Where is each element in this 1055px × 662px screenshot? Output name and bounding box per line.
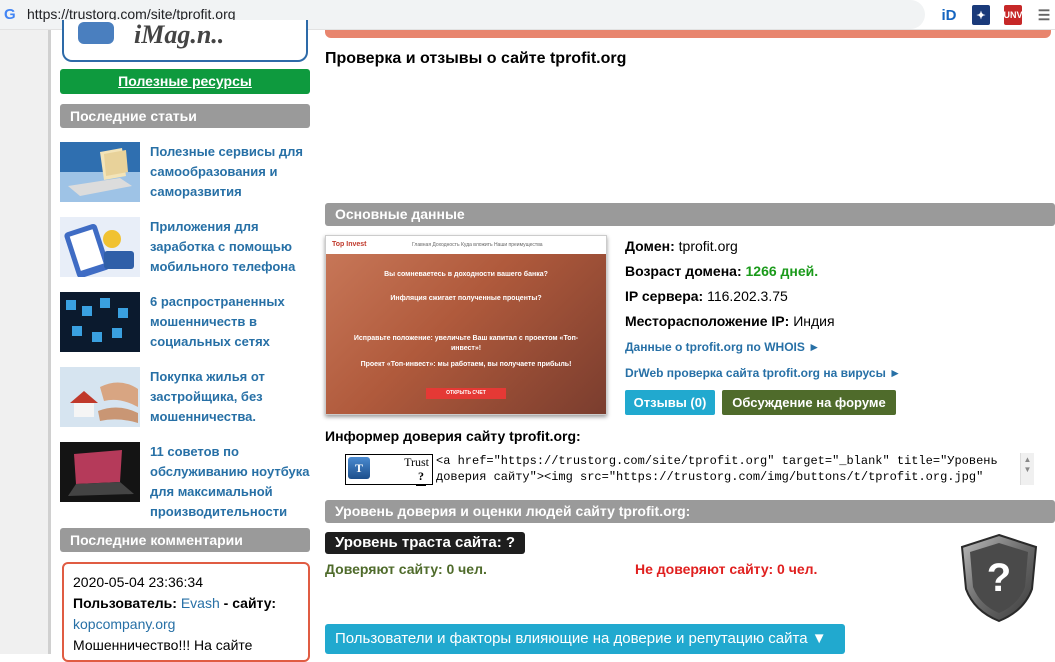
- screenshot-brand: Top Invest: [332, 241, 367, 248]
- menu-icon[interactable]: ☰: [1036, 5, 1052, 25]
- article-title[interactable]: Приложения для заработка с помощью мобил…: [150, 217, 310, 277]
- domain-label: Домен:: [625, 238, 675, 254]
- extension-id-icon[interactable]: iD: [940, 5, 958, 25]
- ip-row: IP сервера: 116.202.3.75: [625, 288, 788, 304]
- screenshot-line: Инфляция сжигает полученные проценты?: [390, 295, 542, 302]
- comment-text: Мошенничество!!! На сайте: [73, 637, 253, 653]
- informer-title: Информер доверия сайту tprofit.org:: [325, 428, 581, 444]
- article-title[interactable]: 11 советов по обслуживанию ноутбука для …: [150, 442, 310, 522]
- page-title: Проверка и отзывы о сайте tprofit.org: [325, 50, 627, 67]
- ip-label: IP сервера:: [625, 288, 704, 304]
- users-factors-button[interactable]: Пользователи и факторы влияющие на довер…: [325, 624, 845, 654]
- trust-badge-label: Trust: [404, 455, 429, 469]
- article-item[interactable]: 6 распространенных мошенничеств в социал…: [60, 292, 310, 354]
- domain-row: Домен: tprofit.org: [625, 238, 738, 254]
- screenshot-nav: Top Invest Главная Доходность Куда вложи…: [326, 236, 606, 254]
- screenshot-line: Вы сомневаетесь в доходности вашего банк…: [384, 271, 548, 278]
- age-label: Возраст домена:: [625, 263, 742, 279]
- screenshot-button: ОТКРЫТЬ СЧЕТ: [426, 388, 506, 399]
- top-banner-strip: [325, 30, 1051, 38]
- comment-site-label: - сайту:: [223, 595, 277, 611]
- logo-text: iMag.n..: [134, 20, 225, 49]
- comment-site-link[interactable]: kopcompany.org: [73, 614, 299, 635]
- trust-section-heading: Уровень доверия и оценки людей сайту tpr…: [325, 500, 1055, 523]
- question-shield-icon: ?: [960, 533, 1038, 623]
- trust-badge[interactable]: T Trust ?: [345, 454, 433, 486]
- recent-articles-heading: Последние статьи: [60, 104, 310, 128]
- informer-code-field[interactable]: [434, 453, 1034, 487]
- google-icon: G: [4, 6, 16, 23]
- svg-text:?: ?: [987, 556, 1011, 600]
- trust-yes-count: Доверяют сайту: 0 чел.: [325, 561, 487, 577]
- left-gutter: [0, 30, 48, 654]
- site-screenshot[interactable]: Top Invest Главная Доходность Куда вложи…: [325, 235, 607, 415]
- drweb-link[interactable]: DrWeb проверка сайта tprofit.org на виру…: [625, 366, 901, 380]
- screenshot-line: Исправьте положение: увеличьте Ваш капит…: [353, 335, 579, 352]
- recent-comments-heading: Последние комментарии: [60, 528, 310, 552]
- trust-level-badge: Уровень траста сайта: ?: [325, 532, 526, 554]
- logo-icon: [78, 22, 114, 44]
- house-hands-thumbnail[interactable]: [60, 367, 140, 427]
- forum-button[interactable]: Обсуждение на форуме: [722, 390, 896, 415]
- comment-user-link[interactable]: Evash: [181, 595, 220, 611]
- site-logo[interactable]: iMag.n..: [62, 20, 308, 62]
- article-title[interactable]: Покупка жилья от застройщика, без мошенн…: [150, 367, 310, 427]
- comment-user-line: Пользователь: Evash - сайту:: [73, 593, 299, 614]
- article-title[interactable]: 6 распространенных мошенничеств в социал…: [150, 292, 310, 352]
- laptop-thumbnail[interactable]: [60, 442, 140, 502]
- books-laptop-thumbnail[interactable]: [60, 142, 140, 202]
- comment-date: 2020-05-04 23:36:34: [73, 574, 203, 590]
- social-network-thumbnail[interactable]: [60, 292, 140, 352]
- location-row: Месторасположение IP: Индия: [625, 313, 835, 329]
- mobile-phone-thumbnail[interactable]: [60, 217, 140, 277]
- location-label: Месторасположение IP:: [625, 313, 790, 329]
- domain-value: tprofit.org: [678, 238, 738, 254]
- extension-badge-icon[interactable]: UNV: [1004, 5, 1023, 25]
- trust-no-count: Не доверяют сайту: 0 чел.: [635, 561, 818, 577]
- article-item[interactable]: Полезные сервисы для самообразования и с…: [60, 142, 310, 204]
- screenshot-links: Главная Доходность Куда вложить Наши пре…: [412, 242, 543, 248]
- trust-badge-value: ?: [416, 469, 426, 486]
- code-scrollbar[interactable]: ▲ ▼: [1020, 453, 1034, 485]
- comment-card: 2020-05-04 23:36:34 Пользователь: Evash …: [62, 562, 310, 662]
- article-title[interactable]: Полезные сервисы для самообразования и с…: [150, 142, 310, 202]
- article-item[interactable]: Приложения для заработка с помощью мобил…: [60, 217, 310, 279]
- trust-logo-icon: T: [348, 457, 370, 479]
- location-value: Индия: [793, 313, 835, 329]
- age-row: Возраст домена: 1266 дней.: [625, 263, 818, 279]
- reviews-button[interactable]: Отзывы (0): [625, 390, 715, 415]
- whois-link[interactable]: Данные о tprofit.org по WHOIS ►: [625, 340, 820, 354]
- age-value: 1266 дней.: [745, 263, 819, 279]
- article-item[interactable]: 11 советов по обслуживанию ноутбука для …: [60, 442, 310, 519]
- comment-user-label: Пользователь:: [73, 595, 177, 611]
- screenshot-line: Проект «Топ-инвест»: мы работаем, вы пол…: [360, 361, 572, 368]
- extension-runner-icon[interactable]: ✦: [972, 5, 990, 25]
- ip-value: 116.202.3.75: [707, 288, 788, 304]
- useful-resources-button[interactable]: Полезные ресурсы: [60, 69, 310, 94]
- gutter-border: [48, 30, 51, 654]
- article-item[interactable]: Покупка жилья от застройщика, без мошенн…: [60, 367, 310, 429]
- basic-data-heading: Основные данные: [325, 203, 1055, 226]
